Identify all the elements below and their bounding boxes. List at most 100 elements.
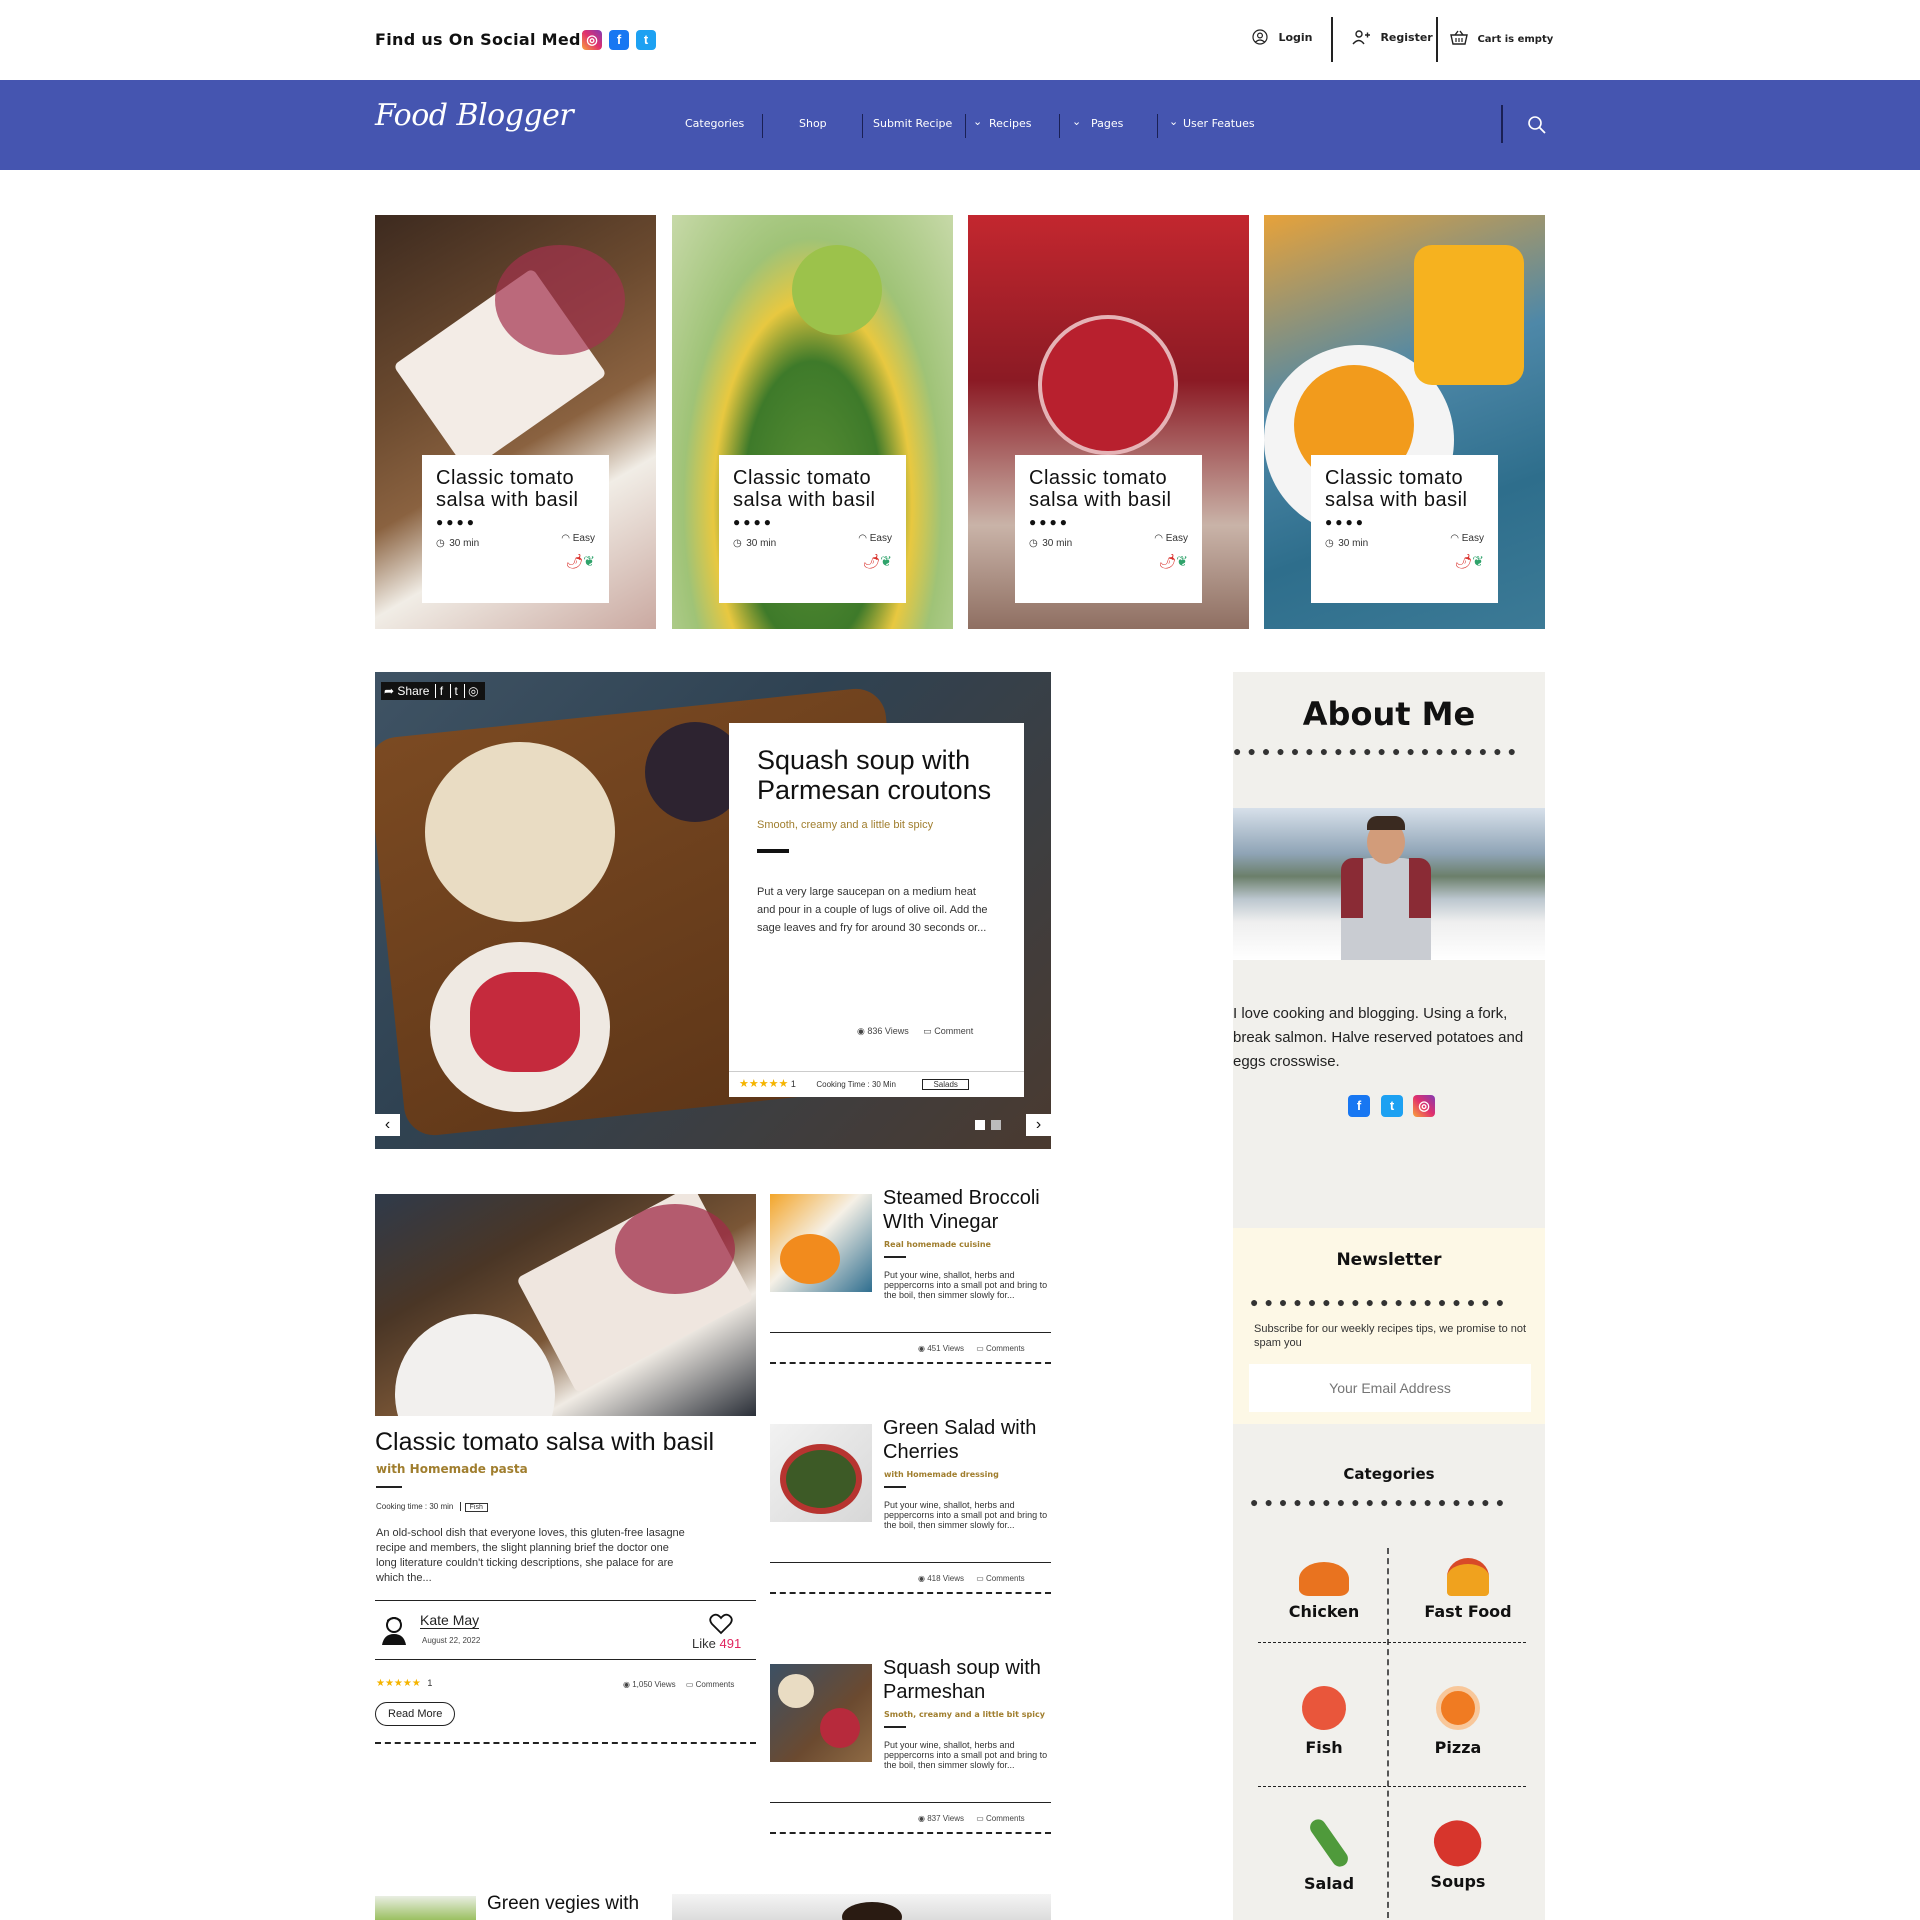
bottom-article-title[interactable]: Green vegies with <box>487 1892 639 1916</box>
bottom-article-image[interactable] <box>375 1896 476 1920</box>
slider-dot[interactable] <box>991 1120 1001 1130</box>
slide-title[interactable]: Squash soup with Parmesan croutons <box>757 745 996 805</box>
pinterest-icon[interactable]: ◎ <box>464 684 482 698</box>
rating-count: 1 <box>790 1079 796 1089</box>
side-article-subtitle: Real homemade cuisine <box>884 1240 991 1249</box>
social-label: Find us On Social Media <box>375 30 598 49</box>
read-more-button[interactable]: Read More <box>375 1702 456 1726</box>
twitter-icon[interactable]: t <box>1381 1095 1403 1117</box>
difficulty-icon: ◠ <box>858 533 870 544</box>
chili-icon: 🌶 <box>1158 553 1177 569</box>
recipe-card-time: 30 min <box>1042 538 1073 549</box>
title-underline <box>757 849 789 853</box>
cart-label: Cart is empty <box>1477 34 1554 45</box>
divider <box>375 1600 756 1601</box>
recipe-card[interactable]: Classic tomato salsa with basil ●●●● ◷ 3… <box>719 455 906 603</box>
nav-divider <box>862 114 863 138</box>
recipe-card[interactable]: Classic tomato salsa with basil ●●●● ◷ 3… <box>1015 455 1202 603</box>
recipe-card[interactable]: Classic tomato salsa with basil ●●●● ◷ 3… <box>1311 455 1498 603</box>
dot-divider: ●●●●●●●●●●●●●●●●●● <box>1250 1294 1511 1310</box>
tag-badge[interactable]: Salads <box>922 1079 969 1090</box>
recipe-card-title: Classic tomato salsa with basil <box>436 467 579 511</box>
recipe-card-level: Easy <box>572 533 595 544</box>
rating-dots: ●●●● <box>436 515 477 529</box>
instagram-icon[interactable]: ◎ <box>1413 1095 1435 1117</box>
side-article-title[interactable]: Green Salad with Cherries <box>883 1416 1063 1464</box>
facebook-icon[interactable]: f <box>434 684 448 698</box>
newsletter-text: Subscribe for our weekly recipes tips, w… <box>1254 1323 1527 1349</box>
side-article-image[interactable] <box>770 1664 872 1762</box>
register-label: Register <box>1380 31 1433 44</box>
slider-prev-button[interactable]: ‹ <box>375 1114 400 1136</box>
facebook-icon[interactable]: f <box>609 30 629 50</box>
divider <box>770 1332 1051 1333</box>
side-article-image[interactable] <box>770 1424 872 1522</box>
recipe-card[interactable]: Classic tomato salsa with basil ●●●● ◷ 3… <box>422 455 609 603</box>
category-soups[interactable]: Soups <box>1398 1812 1518 1906</box>
category-chicken[interactable]: Chicken <box>1264 1552 1384 1632</box>
nav-shop[interactable]: Shop <box>799 117 827 130</box>
side-article-comments[interactable]: Comments <box>986 1574 1025 1583</box>
heart-icon[interactable] <box>709 1613 733 1635</box>
side-article-views: 418 Views <box>927 1574 964 1583</box>
side-article-image[interactable] <box>770 1194 872 1292</box>
categories-title: Categories <box>1343 1465 1435 1483</box>
twitter-icon[interactable]: t <box>636 30 656 50</box>
difficulty-icon: ◠ <box>1450 533 1462 544</box>
add-user-icon <box>1352 30 1370 45</box>
twitter-icon[interactable]: t <box>450 684 461 698</box>
nav-divider <box>762 114 763 138</box>
cart-link[interactable]: Cart is empty <box>1450 29 1553 47</box>
category-fish[interactable]: Fish <box>1264 1677 1384 1772</box>
slider-next-button[interactable]: › <box>1026 1114 1051 1136</box>
chevron-down-icon: ⌄ <box>1072 116 1082 128</box>
rating-dots: ●●●● <box>1029 515 1070 529</box>
slide-comment[interactable]: Comment <box>934 1026 973 1036</box>
feature-article-title[interactable]: Classic tomato salsa with basil <box>375 1428 765 1456</box>
comment-icon: ▭ <box>976 1344 986 1353</box>
slider-dot-active[interactable] <box>975 1120 985 1130</box>
category-salad[interactable]: Salad <box>1269 1816 1389 1906</box>
register-link[interactable]: Register <box>1352 28 1433 46</box>
bottom-article-image[interactable] <box>672 1894 1051 1920</box>
about-text: I love cooking and blogging. Using a for… <box>1233 1005 1524 1070</box>
login-link[interactable]: Login <box>1252 28 1313 46</box>
nav-user-features[interactable]: User Featues <box>1183 117 1255 130</box>
clock-icon: ◷ <box>1029 538 1038 549</box>
title-underline <box>884 1726 906 1728</box>
side-article-comments[interactable]: Comments <box>986 1344 1025 1353</box>
side-article-title[interactable]: Steamed Broccoli WIth Vinegar <box>883 1186 1063 1234</box>
share-bar[interactable]: ➦ Share f t ◎ <box>381 682 485 700</box>
search-icon[interactable] <box>1527 115 1547 135</box>
clock-icon: ◷ <box>436 538 445 549</box>
side-article-subtitle: with Homemade dressing <box>884 1470 999 1479</box>
side-article-comments[interactable]: Comments <box>986 1814 1025 1823</box>
nav-pages[interactable]: Pages <box>1091 117 1123 130</box>
category-pizza[interactable]: Pizza <box>1398 1682 1518 1772</box>
category-label: Pizza <box>1434 1738 1482 1757</box>
divider <box>729 1071 1024 1072</box>
divider <box>375 1659 756 1660</box>
cooking-time: Cooking Time : 30 Min <box>816 1080 896 1089</box>
like-count: 491 <box>719 1636 742 1651</box>
nav-submit-recipe[interactable]: Submit Recipe <box>873 117 952 130</box>
author-name[interactable]: Kate May <box>420 1612 480 1629</box>
eye-icon: ◉ <box>918 1574 928 1583</box>
feature-article-image[interactable] <box>375 1194 756 1416</box>
site-logo[interactable]: Food Blogger <box>375 98 574 133</box>
nav-recipes[interactable]: Recipes <box>989 117 1032 130</box>
newsletter-title: Newsletter <box>1336 1250 1442 1270</box>
eye-icon: ◉ <box>918 1344 928 1353</box>
email-input[interactable] <box>1249 1364 1531 1412</box>
title-underline <box>884 1486 906 1488</box>
side-article-title[interactable]: Squash soup with Parmeshan <box>883 1656 1063 1704</box>
chili-icon: 🌶 <box>565 553 584 569</box>
nav-divider <box>1059 114 1060 138</box>
basket-icon <box>1450 30 1468 45</box>
facebook-icon[interactable]: f <box>1348 1095 1370 1117</box>
nav-categories[interactable]: Categories <box>685 117 744 130</box>
tag-badge[interactable]: Fish <box>464 1503 488 1512</box>
category-fast-food[interactable]: Fast Food <box>1408 1552 1528 1632</box>
feature-comments[interactable]: Comments <box>696 1680 735 1689</box>
instagram-icon[interactable]: ◎ <box>582 30 602 50</box>
